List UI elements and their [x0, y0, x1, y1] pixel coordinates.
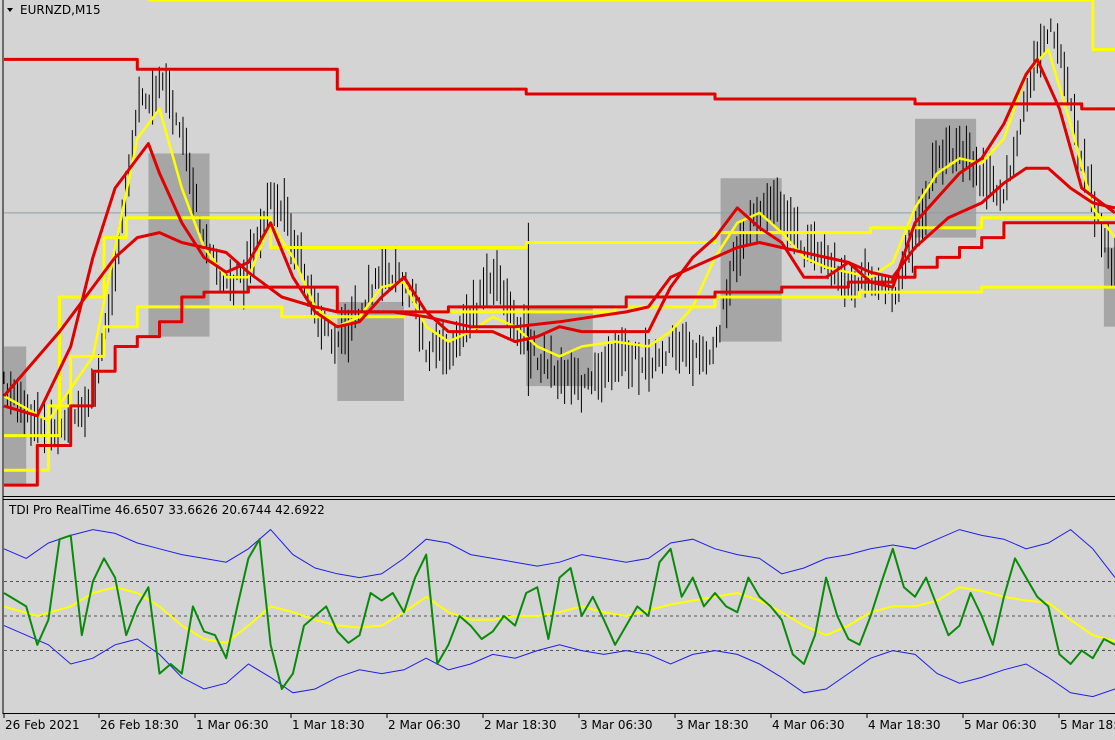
shade-box-4 [720, 178, 782, 342]
time-axis-label: 1 Mar 06:30 [196, 718, 269, 732]
time-axis-label: 4 Mar 06:30 [772, 718, 845, 732]
time-axis-label: 3 Mar 06:30 [580, 718, 653, 732]
time-axis-label: 2 Mar 06:30 [388, 718, 461, 732]
indicator-title: TDI Pro RealTime 46.6507 33.6626 20.6744… [8, 503, 325, 517]
time-axis-label: 4 Mar 18:30 [868, 718, 941, 732]
time-axis-label: 26 Feb 18:30 [100, 718, 179, 732]
chart-title: EURNZD,M15 [20, 3, 101, 17]
time-axis-label: 5 Mar 18:30 [1060, 718, 1115, 732]
trading-chart-window: 26 Feb 2021 26 Feb 18:30 1 Mar 06:30 1 Mar … [0, 0, 1115, 740]
red-steps-top-line [4, 57, 1115, 111]
tdi-upper-band [3, 528, 1115, 579]
collapse-triangle-icon[interactable] [7, 8, 13, 12]
time-axis-label: 26 Feb 2021 [5, 718, 80, 732]
yellow-top-line-line [148, 0, 1115, 51]
tdi-subwindow [3, 528, 1115, 698]
time-axis-label: 1 Mar 18:30 [292, 718, 365, 732]
shade-box-0 [4, 346, 27, 486]
time-axis-labels: 26 Feb 2021 26 Feb 18:30 1 Mar 06:30 1 Mar … [3, 714, 1115, 732]
time-axis-label: 5 Mar 06:30 [964, 718, 1037, 732]
tdi-lower-band [3, 625, 1115, 698]
time-axis-label: 3 Mar 18:30 [676, 718, 749, 732]
time-axis-label: 2 Mar 18:30 [484, 718, 557, 732]
shaded-zones [4, 118, 1115, 486]
chart-canvas: 26 Feb 2021 26 Feb 18:30 1 Mar 06:30 1 Mar … [2, 0, 1115, 732]
